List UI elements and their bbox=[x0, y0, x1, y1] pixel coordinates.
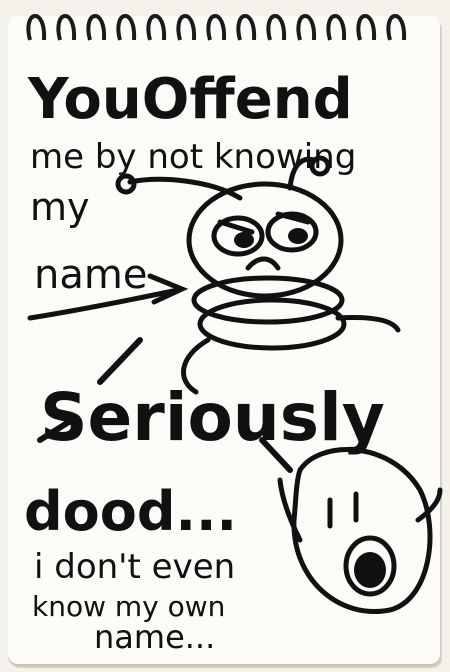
text-line-you-offend: YouOffend bbox=[27, 67, 353, 132]
mouth-fill bbox=[354, 552, 386, 588]
text-line-i-dont-even: i don't even bbox=[34, 547, 235, 587]
text-line-my: my bbox=[30, 185, 90, 229]
antenna-left-tip bbox=[115, 173, 137, 195]
bug-character bbox=[115, 155, 401, 395]
pupil-right bbox=[288, 228, 308, 244]
text-line-name: name bbox=[34, 252, 147, 298]
text-line-dood: dood... bbox=[24, 480, 237, 543]
character-head bbox=[291, 447, 433, 614]
pupil-left bbox=[234, 232, 254, 248]
text-line-seriously: Seriously bbox=[40, 379, 385, 456]
notebook-photo: YouOffend me by not knowing my name Seri… bbox=[0, 0, 450, 672]
frown bbox=[245, 256, 281, 271]
text-line-name-2: name... bbox=[94, 618, 215, 656]
brow-left bbox=[217, 219, 255, 235]
leg-right bbox=[335, 315, 401, 333]
shocked-character bbox=[277, 447, 443, 614]
ink-drawing: YouOffend me by not knowing my name Seri… bbox=[24, 67, 443, 656]
